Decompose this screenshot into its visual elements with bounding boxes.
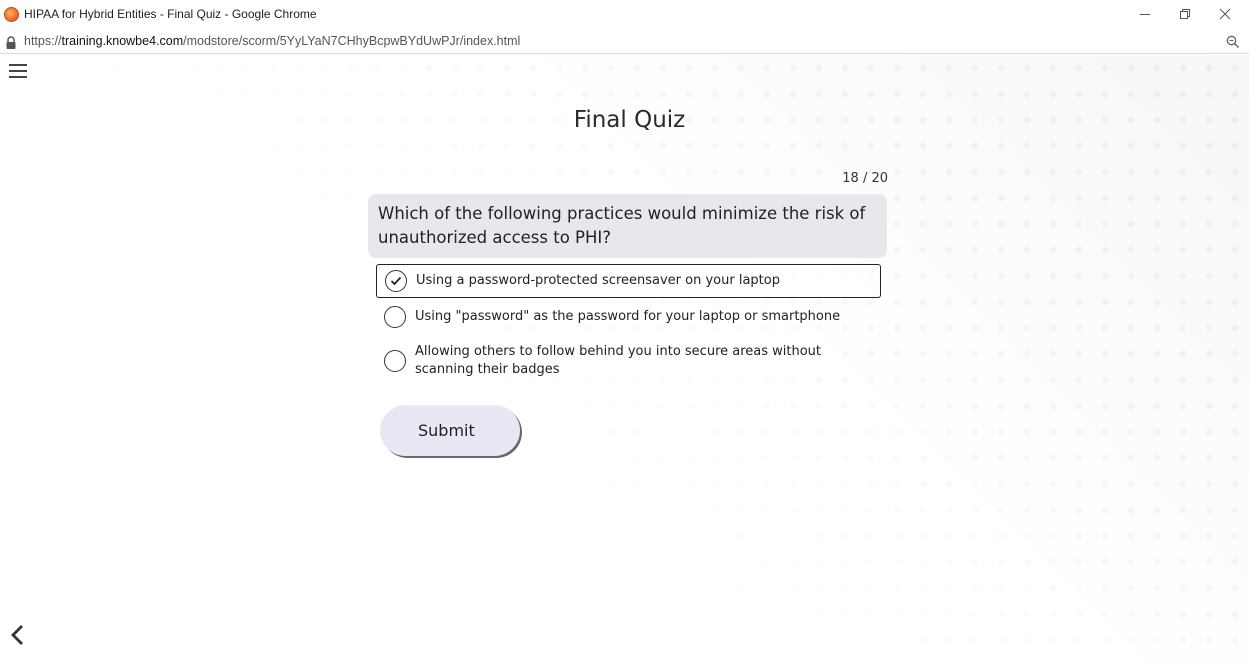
question-progress: 18 / 20 xyxy=(842,171,888,186)
url-path: /modstore/scorm/5YyLYaN7CHhyBcpwBYdUwPJr… xyxy=(183,34,521,48)
question-text: Which of the following practices would m… xyxy=(368,194,887,258)
radio-icon[interactable] xyxy=(384,306,406,328)
submit-button[interactable]: Submit xyxy=(380,405,520,456)
answer-option-2[interactable]: Using "password" as the password for you… xyxy=(376,304,881,330)
minimize-icon[interactable] xyxy=(1128,3,1162,25)
answer-option-label: Allowing others to follow behind you int… xyxy=(415,344,822,377)
window-title: HIPAA for Hybrid Entities - Final Quiz -… xyxy=(24,7,317,21)
hamburger-menu-icon[interactable] xyxy=(9,64,27,80)
answer-option-3[interactable]: Allowing others to follow behind you int… xyxy=(376,341,881,381)
checked-radio-icon[interactable] xyxy=(385,270,407,292)
answer-option-label: Using "password" as the password for you… xyxy=(415,309,841,324)
address-bar[interactable]: https://training.knowbe4.com/modstore/sc… xyxy=(0,30,1249,54)
page-title: Final Quiz xyxy=(573,107,686,133)
course-content: Final Quiz 18 / 20 Which of the followin… xyxy=(0,55,1249,662)
url-scheme: https:// xyxy=(24,34,62,48)
chevron-left-icon[interactable] xyxy=(8,623,32,649)
radio-icon[interactable] xyxy=(384,350,406,372)
restore-icon[interactable] xyxy=(1168,3,1202,25)
zoom-icon[interactable] xyxy=(1226,34,1242,50)
answer-option-1[interactable]: Using a password-protected screensaver o… xyxy=(376,264,881,298)
close-icon[interactable] xyxy=(1208,3,1242,25)
window-titlebar: HIPAA for Hybrid Entities - Final Quiz -… xyxy=(0,0,1249,30)
chrome-app-icon xyxy=(4,7,19,22)
url-host: training.knowbe4.com xyxy=(61,34,184,48)
url-text[interactable]: https://training.knowbe4.com/modstore/sc… xyxy=(24,34,520,48)
lock-icon[interactable] xyxy=(5,35,19,49)
answer-option-label: Using a password-protected screensaver o… xyxy=(416,273,780,288)
